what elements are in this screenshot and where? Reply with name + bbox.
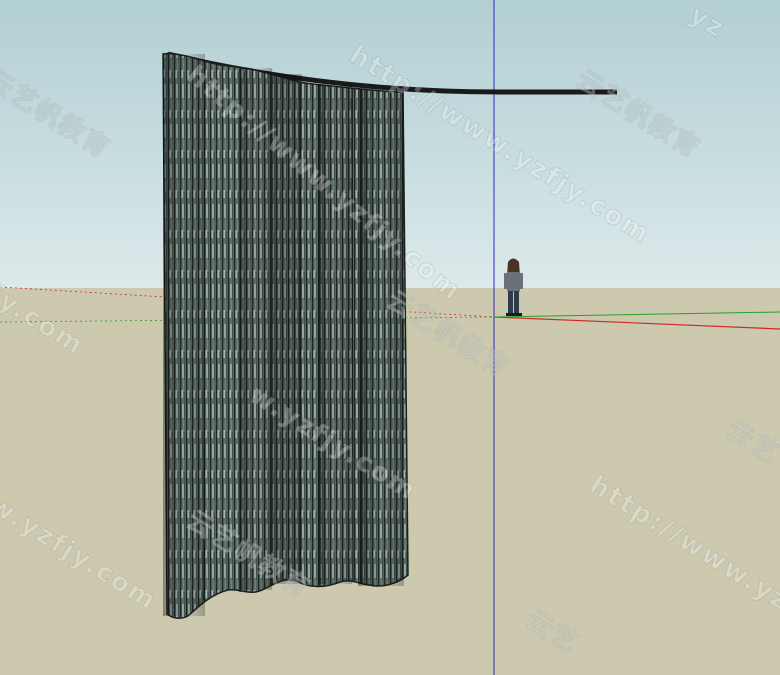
curtain-fold	[318, 84, 352, 584]
person-scale-figure[interactable]	[504, 258, 523, 317]
curtain-model[interactable]	[162, 52, 409, 619]
red-axis	[493, 316, 780, 330]
sketchup-viewport[interactable]: http://www.yzfjy.com 云艺帆教育 yz 云艺帆教育 http…	[0, 0, 780, 675]
scene-canvas[interactable]	[0, 0, 780, 675]
curtain-fold	[272, 74, 302, 584]
green-axis	[493, 311, 780, 318]
curtain-fold	[358, 88, 404, 586]
curtain-fold	[240, 68, 272, 590]
curtain-fold	[163, 54, 205, 616]
